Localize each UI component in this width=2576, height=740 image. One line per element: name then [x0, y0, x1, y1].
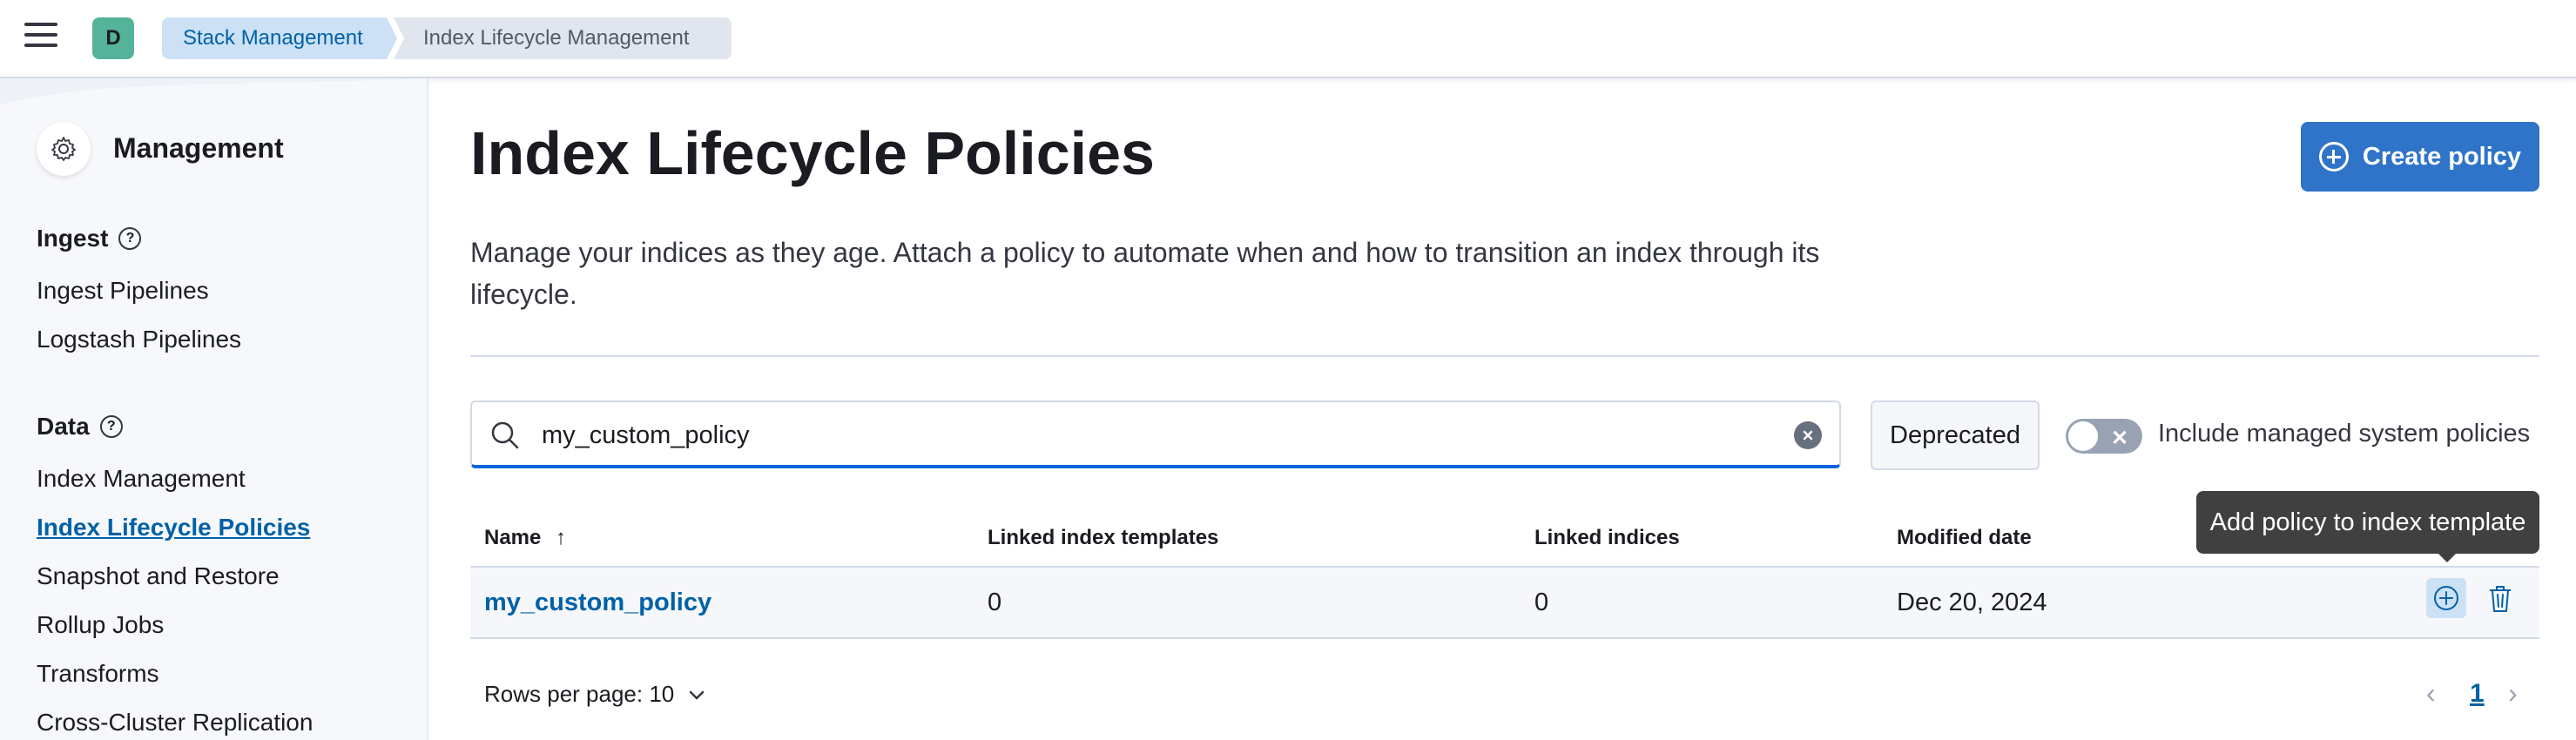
- previous-page-icon[interactable]: ‹: [2426, 677, 2436, 710]
- include-managed-toggle[interactable]: ✕: [2066, 419, 2142, 454]
- sidebar-title: Management: [113, 132, 284, 164]
- sidebar-item-index-management[interactable]: Index Management: [37, 465, 246, 493]
- modified-date-cell: Dec 20, 2024: [1897, 589, 2047, 616]
- next-page-icon[interactable]: ›: [2508, 677, 2518, 710]
- clear-search-icon[interactable]: [1794, 421, 1822, 449]
- table-row: my_custom_policy 0 0 Dec 20, 2024: [470, 568, 2539, 639]
- rows-per-page-selector[interactable]: Rows per page: 10: [484, 681, 705, 708]
- nav-group-label: Data: [37, 413, 90, 440]
- cross-icon: ✕: [2111, 427, 2129, 450]
- sidebar-item-snapshot-and-restore[interactable]: Snapshot and Restore: [37, 562, 280, 590]
- sidebar-item-transforms[interactable]: Transforms: [37, 660, 159, 688]
- rows-per-page-label: Rows per page: 10: [484, 681, 675, 707]
- page-title: Index Lifecycle Policies: [470, 119, 1155, 187]
- sidebar-item-ingest-pipelines[interactable]: Ingest Pipelines: [37, 277, 209, 305]
- linked-indices-cell: 0: [1534, 589, 1549, 616]
- divider: [470, 355, 2539, 357]
- sidebar-item-rollup-jobs[interactable]: Rollup Jobs: [37, 611, 164, 639]
- column-header-modified-date[interactable]: Modified date: [1897, 526, 2032, 550]
- search-field[interactable]: [470, 400, 1841, 468]
- include-managed-label: Include managed system policies: [2158, 420, 2531, 447]
- tooltip: Add policy to index template: [2196, 491, 2539, 554]
- search-input[interactable]: [540, 414, 1745, 456]
- sidebar-item-cross-cluster-replication[interactable]: Cross-Cluster Replication: [37, 709, 313, 737]
- policy-name-link[interactable]: my_custom_policy: [484, 589, 711, 617]
- create-policy-button[interactable]: Create policy: [2301, 122, 2539, 192]
- linked-templates-cell: 0: [988, 589, 1002, 616]
- page-description: Manage your indices as they age. Attach …: [470, 237, 1820, 310]
- column-header-linked-templates[interactable]: Linked index templates: [988, 526, 1218, 550]
- tooltip-arrow: [2438, 554, 2456, 562]
- trash-icon: [2490, 586, 2511, 612]
- chevron-down-icon: [688, 681, 705, 708]
- column-header-name[interactable]: Name ↑: [484, 526, 566, 550]
- column-header-label: Name: [484, 526, 542, 549]
- help-icon[interactable]: ?: [118, 227, 142, 250]
- management-sidebar: Management Ingest ? Ingest Pipelines Log…: [0, 78, 428, 740]
- sidebar-item-index-lifecycle-policies[interactable]: Index Lifecycle Policies: [37, 514, 310, 542]
- help-icon[interactable]: ?: [99, 415, 123, 438]
- sidebar-item-logstash-pipelines[interactable]: Logstash Pipelines: [37, 326, 241, 353]
- plus-in-circle-icon: [2318, 142, 2349, 172]
- gear-icon: [37, 122, 91, 176]
- hamburger-menu-icon[interactable]: [24, 23, 57, 52]
- deprecated-filter-button[interactable]: Deprecated: [1871, 400, 2040, 470]
- space-avatar[interactable]: D: [92, 17, 134, 59]
- top-header: D Stack Management Index Lifecycle Manag…: [0, 0, 2576, 78]
- nav-group-label: Ingest: [37, 225, 109, 252]
- breadcrumb-stack-management[interactable]: Stack Management: [162, 17, 397, 59]
- column-header-linked-indices[interactable]: Linked indices: [1534, 526, 1680, 550]
- toggle-knob: [2067, 420, 2099, 452]
- search-icon: [489, 420, 521, 455]
- create-policy-label: Create policy: [2362, 142, 2522, 171]
- delete-policy-button[interactable]: [2484, 582, 2517, 616]
- breadcrumb-index-lifecycle-management: Index Lifecycle Management: [394, 17, 732, 59]
- page-number-button[interactable]: 1: [2470, 679, 2485, 709]
- add-policy-to-template-button[interactable]: [2426, 578, 2466, 618]
- nav-group-data: Data ?: [37, 413, 123, 441]
- nav-group-ingest: Ingest ?: [37, 225, 142, 252]
- sort-ascending-icon: ↑: [556, 526, 567, 549]
- plus-in-circle-icon: [2434, 586, 2458, 610]
